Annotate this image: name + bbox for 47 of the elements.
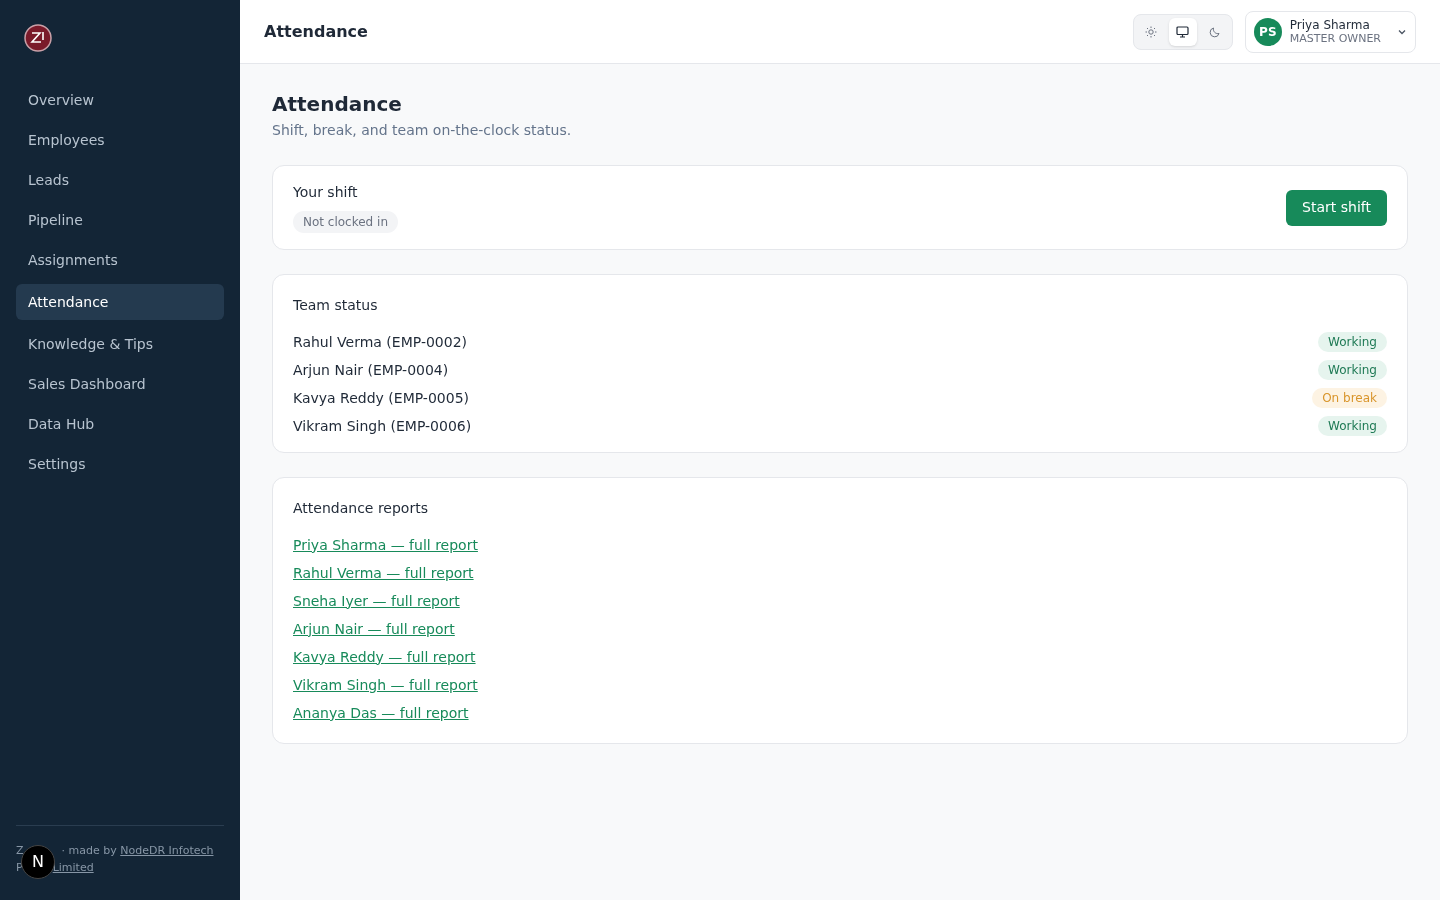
report-link[interactable]: Ananya Das — full report (293, 702, 469, 724)
status-pill: Working (1318, 360, 1387, 380)
card-title: Attendance reports (293, 499, 429, 518)
report-link[interactable]: Sneha Iyer — full report (293, 590, 460, 612)
nav-item[interactable]: Leads (16, 164, 224, 196)
header-title: Attendance (264, 20, 368, 43)
user-name: Priya Sharma (1289, 17, 1370, 32)
status-pill: Working (1318, 416, 1387, 436)
report-link[interactable]: Arjun Nair — full report (293, 618, 455, 640)
company-link[interactable]: NodeDR Infotech (120, 844, 214, 857)
nav-item[interactable]: Pipeline (16, 204, 224, 236)
nav-item[interactable]: Assignments (16, 244, 224, 276)
nav-item[interactable]: Employees (16, 124, 224, 156)
member-name: Kavya Reddy (EMP-0005) (293, 388, 469, 408)
status-pill: Working (1318, 332, 1387, 352)
member-name: Rahul Verma (EMP-0002) (293, 332, 468, 352)
report-link[interactable]: Vikram Singh — full report (293, 674, 478, 696)
nav-item[interactable]: Data Hub (16, 408, 224, 440)
company-link[interactable]: Limited (52, 859, 94, 876)
report-link[interactable]: Priya Sharma — full report (293, 534, 478, 556)
footer-text: Z (16, 843, 24, 859)
nav-item[interactable]: Attendance (16, 284, 224, 320)
user-menu[interactable]: PS Priya Sharma MASTER OWNER (1244, 10, 1416, 53)
card-title: Your shift (293, 183, 359, 202)
page-subtitle: Shift, break, and team on-the-clock status. (272, 121, 573, 140)
monitor-icon (1176, 25, 1190, 38)
sun-icon (1144, 25, 1157, 38)
member-name: Arjun Nair (EMP-0004) (293, 360, 449, 380)
page-title: Attendance (272, 92, 403, 116)
status-pill: On break (1312, 388, 1387, 408)
theme-option[interactable] (1168, 17, 1197, 46)
nav-item[interactable]: Settings (16, 448, 224, 480)
card-title: Team status (293, 296, 379, 315)
report-link[interactable]: Kavya Reddy — full report (293, 646, 476, 668)
moon-icon (1208, 25, 1221, 38)
logo-icon (24, 24, 52, 52)
member-name: Vikram Singh (EMP-0006) (293, 416, 472, 436)
nav-item[interactable]: Overview (16, 84, 224, 116)
nav-item[interactable]: Knowledge & Tips (16, 328, 224, 360)
user-role: MASTER OWNER (1289, 31, 1381, 46)
nav-item[interactable]: Sales Dashboard (16, 368, 224, 400)
report-link[interactable]: Rahul Verma — full report (293, 562, 474, 584)
avatar: PS (1253, 17, 1282, 46)
footer-text: · made by (61, 844, 117, 857)
footer-text: P (16, 860, 23, 876)
start-shift-button[interactable]: Start shift (1286, 189, 1387, 226)
status-pill: Not clocked in (293, 211, 398, 233)
